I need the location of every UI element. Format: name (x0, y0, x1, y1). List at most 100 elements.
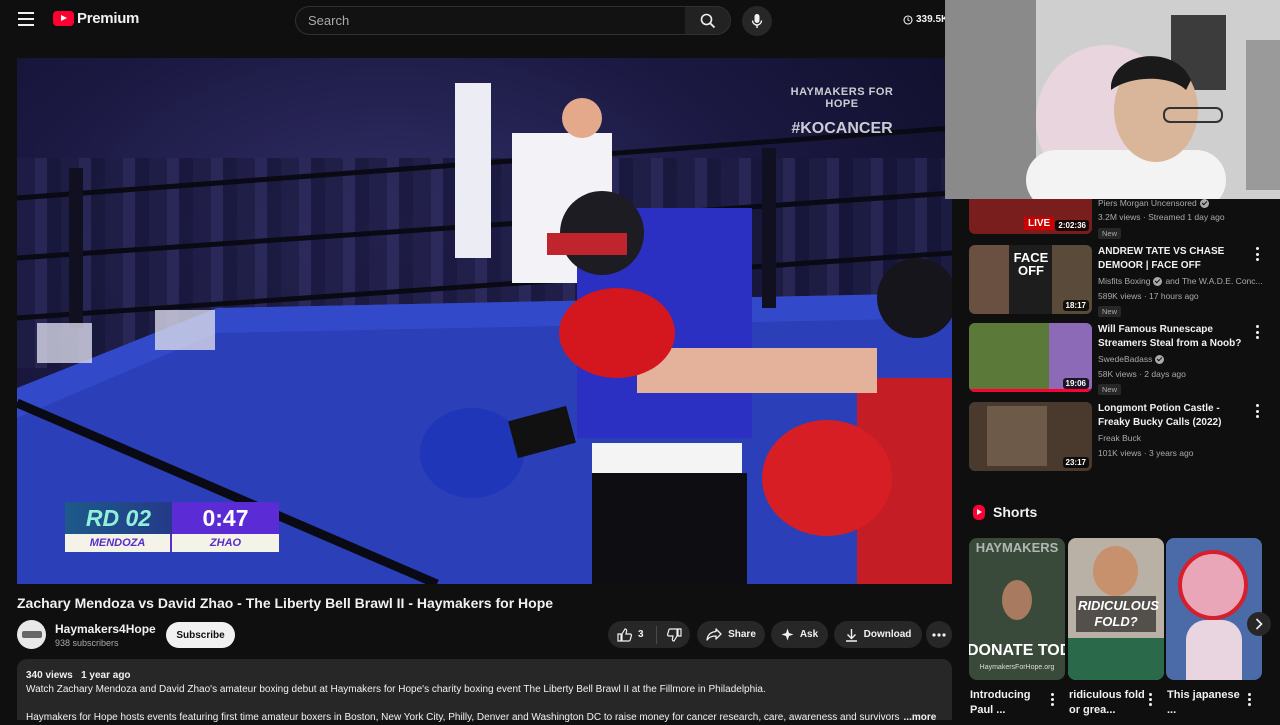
round-scoreboard: RD 02 0:47 MENDOZA ZHAO (65, 502, 279, 552)
video-title[interactable]: Will Famous Runescape Streamers Steal fr… (1098, 323, 1248, 351)
like-button[interactable]: 3 (617, 627, 644, 642)
webcam-overlay (945, 0, 1280, 199)
channel-name[interactable]: SwedeBadass (1098, 354, 1165, 364)
download-icon (845, 628, 857, 642)
channel-name[interactable]: Misfits Boxing and The W.A.D.E. Conc... (1098, 276, 1263, 286)
short-title[interactable]: ridiculous fold or grea... (1069, 688, 1147, 718)
download-button[interactable]: Download (834, 621, 922, 648)
verified-icon (1153, 276, 1163, 286)
watermark-line1: HAYMAKERS FOR HOPE (790, 86, 894, 110)
search-icon (700, 13, 715, 28)
subscribe-button[interactable]: Subscribe (166, 622, 235, 648)
more-actions-button[interactable] (926, 621, 952, 648)
youtube-premium-logo[interactable]: Premium (53, 10, 139, 27)
channel-extra: and The W.A.D.E. Conc... (1165, 276, 1263, 286)
video-duration: 23:17 (1062, 457, 1089, 468)
thumbnail-text: FACE OFF (1013, 250, 1049, 278)
video-thumbnail[interactable]: LIVE 2:02:36 (969, 199, 1092, 234)
new-badge: New (1098, 384, 1122, 395)
voice-search-button[interactable] (742, 6, 772, 36)
more-horizontal-icon (932, 632, 946, 637)
search-box[interactable] (295, 6, 686, 35)
video-title[interactable]: ANDREW TATE VS CHASE DEMOOR | FACE OFF (1098, 245, 1248, 273)
short-overlay-text: DONATE TODAY (969, 642, 1065, 659)
round-label: RD 02 (65, 502, 172, 534)
live-badge: LIVE (1024, 217, 1055, 230)
video-thumbnail[interactable]: 19:06 (969, 323, 1092, 392)
description-line1: Watch Zachary Mendoza and David Zhao's a… (26, 684, 766, 695)
channel-label: Piers Morgan Uncensored (1098, 198, 1197, 208)
short-thumbnail[interactable]: HAYMAKERS DONATE TODAY HaymakersForHope.… (969, 538, 1065, 680)
ask-label: Ask (799, 629, 819, 640)
verified-icon (1199, 198, 1209, 208)
round-clock: 0:47 (172, 502, 279, 534)
search-input[interactable] (296, 7, 685, 34)
download-label: Download (863, 629, 912, 640)
thumbs-down-icon (666, 627, 682, 642)
verified-icon (1155, 354, 1165, 364)
video-thumbnail[interactable]: 23:17 (969, 402, 1092, 471)
short-thumbnail[interactable] (1166, 538, 1262, 680)
subscriber-count: 938 subscribers (55, 638, 119, 648)
share-button[interactable]: Share (697, 621, 765, 648)
more-options-icon[interactable] (1146, 693, 1154, 706)
video-player[interactable]: HAYMAKERS FOR HOPE #KOCANCER RD 02 0:47 … (17, 58, 952, 584)
channel-name[interactable]: Piers Morgan Uncensored (1098, 198, 1209, 208)
video-meta: 589K views · 17 hours ago (1098, 291, 1199, 301)
shorts-icon (973, 504, 985, 520)
channel-label: SwedeBadass (1098, 354, 1153, 364)
fighter2-name: ZHAO (209, 537, 242, 549)
video-duration: 19:06 (1062, 378, 1089, 389)
short-overlay-text: RIDICULOUS FOLD? (1076, 596, 1159, 632)
description-line2: Haymakers for Hope hosts events featurin… (26, 712, 900, 723)
shorts-heading: Shorts (993, 504, 1038, 520)
ask-button[interactable]: Ask (771, 621, 828, 648)
short-title[interactable]: This japanese ... (1167, 688, 1245, 718)
upload-age: 1 year ago (81, 670, 131, 681)
short-thumbnail[interactable]: RIDICULOUS FOLD? (1068, 538, 1164, 680)
thumbs-up-icon (617, 627, 632, 642)
video-duration: 2:02:36 (1055, 220, 1089, 231)
video-title[interactable]: Longmont Potion Castle - Freaky Bucky Ca… (1098, 402, 1248, 430)
short-top-text: HAYMAKERS (975, 540, 1059, 555)
channel-name[interactable]: Freak Buck (1098, 433, 1141, 443)
timer-value: 339.5K (916, 14, 949, 25)
channel-name[interactable]: Haymakers4Hope (55, 622, 156, 636)
search-button[interactable] (685, 6, 731, 35)
video-duration: 18:17 (1062, 300, 1089, 311)
shorts-header: Shorts (973, 504, 1037, 520)
sparkle-icon (781, 628, 794, 641)
clock-icon (903, 14, 913, 25)
description-meta: 340 views 1 year ago (26, 669, 943, 683)
channel-avatar[interactable] (17, 620, 46, 649)
dislike-button[interactable] (666, 627, 682, 642)
like-divider (655, 625, 657, 644)
more-options-icon[interactable] (1252, 325, 1262, 339)
webcam-scene (946, 0, 1280, 199)
short-title[interactable]: Introducing Paul ... (970, 688, 1048, 718)
youtube-logo-icon (53, 11, 74, 26)
shorts-next-button[interactable] (1247, 612, 1271, 636)
short-overlay-small: HaymakersForHope.org (979, 664, 1055, 671)
like-count: 3 (638, 629, 644, 640)
video-thumbnail[interactable]: FACE OFF 18:17 (969, 245, 1092, 314)
chevron-right-icon (1255, 618, 1263, 630)
new-badge: New (1098, 306, 1122, 317)
like-dislike-group: 3 (608, 621, 690, 648)
watermark: HAYMAKERS FOR HOPE #KOCANCER (777, 86, 907, 138)
share-icon (706, 628, 722, 641)
more-options-icon[interactable] (1252, 404, 1262, 418)
new-badge: New (1098, 228, 1122, 239)
video-meta: 58K views · 2 days ago (1098, 369, 1186, 379)
more-options-icon[interactable] (1252, 247, 1262, 261)
logo-word: Premium (77, 10, 140, 27)
share-label: Share (728, 629, 756, 640)
more-options-icon[interactable] (1048, 693, 1056, 706)
description-box[interactable]: 340 views 1 year ago Watch Zachary Mendo… (17, 659, 952, 723)
menu-icon[interactable] (18, 12, 34, 26)
description-more-link[interactable]: ...more (904, 712, 937, 723)
video-title: Zachary Mendoza vs David Zhao - The Libe… (17, 595, 554, 611)
video-meta: 101K views · 3 years ago (1098, 448, 1194, 458)
watermark-line2: #KOCANCER (791, 120, 893, 137)
more-options-icon[interactable] (1245, 693, 1253, 706)
